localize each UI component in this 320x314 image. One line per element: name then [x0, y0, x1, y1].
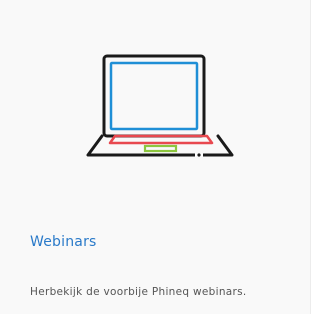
laptop-screen [109, 61, 199, 131]
laptop-trackpad [143, 144, 178, 153]
card-title[interactable]: Webinars [30, 233, 97, 251]
laptop-icon [82, 52, 242, 164]
laptop-keyboard [108, 134, 214, 145]
laptop-base-dot [197, 153, 201, 157]
card-description: Herbekijk de voorbije Phineq webinars. [30, 286, 247, 298]
laptop-lid [102, 54, 206, 138]
webinars-card[interactable]: Webinars Herbekijk de voorbije Phineq we… [0, 0, 311, 314]
